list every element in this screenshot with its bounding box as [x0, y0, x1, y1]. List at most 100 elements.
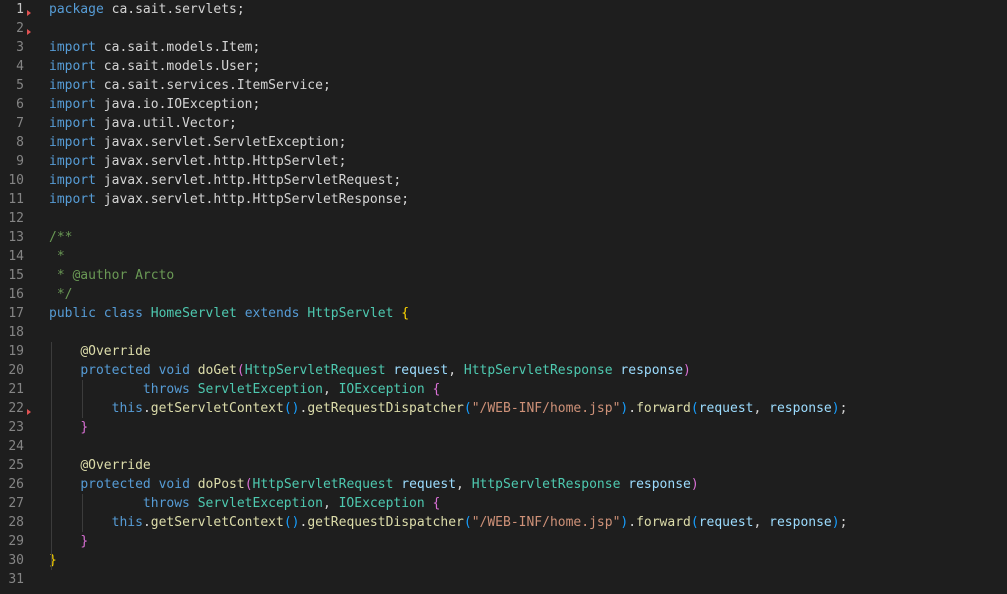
code-token: ca.sait.services.ItemService;: [95, 78, 331, 93]
code-token: */: [49, 287, 73, 302]
code-token: response: [628, 477, 691, 492]
code-text: import java.util.Vector;: [49, 114, 237, 133]
code-token: }: [80, 420, 89, 435]
line-number: 5: [16, 78, 24, 93]
code-line[interactable]: 6 import java.io.IOException;: [0, 95, 1007, 114]
code-text: protected void doGet(HttpServletRequest …: [49, 361, 691, 380]
line-number: 23: [8, 420, 24, 435]
code-line[interactable]: 7 import java.util.Vector;: [0, 114, 1007, 133]
line-number: 28: [8, 515, 24, 530]
fold-marker-icon[interactable]: [27, 409, 31, 415]
code-token: /**: [49, 230, 73, 245]
code-token: request: [698, 515, 754, 530]
code-line[interactable]: 10 import javax.servlet.http.HttpServletR…: [0, 171, 1007, 190]
code-token: forward: [636, 401, 691, 416]
code-token: ,: [322, 496, 339, 511]
code-line[interactable]: 3 import ca.sait.models.Item;: [0, 38, 1007, 57]
code-line[interactable]: 31: [0, 570, 1007, 589]
line-number: 21: [8, 382, 24, 397]
code-text: this.getServletContext().getRequestDispa…: [49, 513, 848, 532]
code-line[interactable]: 2: [0, 19, 1007, 38]
code-token: ;: [839, 401, 848, 416]
indent-guide: [51, 456, 52, 475]
code-line[interactable]: 17 public class HomeServlet extends HttpS…: [0, 304, 1007, 323]
line-number: 14: [8, 249, 24, 264]
code-token: java.util.Vector;: [95, 116, 237, 131]
code-text: * @author Arcto: [49, 266, 174, 285]
code-token: void: [158, 363, 190, 378]
line-number: 8: [16, 135, 24, 150]
code-line[interactable]: 29 }: [0, 532, 1007, 551]
code-line[interactable]: 11 import javax.servlet.http.HttpServletR…: [0, 190, 1007, 209]
code-line[interactable]: 28 this.getServletContext().getRequestDi…: [0, 513, 1007, 532]
code-line[interactable]: 21 throws ServletException, IOException …: [0, 380, 1007, 399]
code-text: @Override: [49, 456, 150, 475]
code-line[interactable]: 26 protected void doPost(HttpServletRequ…: [0, 475, 1007, 494]
line-number: 18: [8, 325, 24, 340]
code-line[interactable]: 24: [0, 437, 1007, 456]
code-line[interactable]: 25 @Override: [0, 456, 1007, 475]
code-line[interactable]: 16 */: [0, 285, 1007, 304]
code-line[interactable]: 20 protected void doGet(HttpServletReque…: [0, 361, 1007, 380]
line-number: 31: [8, 572, 24, 587]
line-number: 25: [8, 458, 24, 473]
code-line[interactable]: 12: [0, 209, 1007, 228]
code-token: forward: [636, 515, 691, 530]
indent-guide: [51, 551, 52, 570]
code-token: ca.sait.models.Item;: [95, 40, 261, 55]
code-line[interactable]: 27 throws ServletException, IOException …: [0, 494, 1007, 513]
indent-guide: [51, 513, 52, 532]
code-token: (: [690, 401, 699, 416]
code-line[interactable]: 5 import ca.sait.services.ItemService;: [0, 76, 1007, 95]
code-token: ;: [839, 515, 848, 530]
code-token: @Override: [80, 344, 151, 359]
code-text: throws ServletException, IOException {: [49, 494, 440, 513]
code-text: throws ServletException, IOException {: [49, 380, 440, 399]
code-line[interactable]: 14 *: [0, 247, 1007, 266]
code-text: protected void doPost(HttpServletRequest…: [49, 475, 698, 494]
code-token: doPost: [197, 477, 245, 492]
code-token: javax.servlet.http.HttpServletRequest;: [95, 173, 402, 188]
code-line[interactable]: 4 import ca.sait.models.User;: [0, 57, 1007, 76]
code-token: ,: [753, 515, 770, 530]
code-token: request: [698, 401, 754, 416]
code-token: IOException: [338, 496, 425, 511]
code-token: void: [158, 477, 190, 492]
code-line[interactable]: 18: [0, 323, 1007, 342]
code-line[interactable]: 1 package ca.sait.servlets;: [0, 0, 1007, 19]
code-text: import javax.servlet.http.HttpServletRes…: [49, 190, 409, 209]
code-line[interactable]: 30}: [0, 551, 1007, 570]
code-line[interactable]: 8 import javax.servlet.ServletException;: [0, 133, 1007, 152]
fold-marker-icon[interactable]: [27, 10, 31, 16]
code-text: /**: [49, 228, 72, 247]
code-token: (: [236, 363, 245, 378]
code-token: ServletException: [197, 382, 323, 397]
code-line[interactable]: 13 /**: [0, 228, 1007, 247]
code-line[interactable]: 15 * @author Arcto: [0, 266, 1007, 285]
code-text: public class HomeServlet extends HttpSer…: [49, 304, 409, 323]
code-line[interactable]: 23 }: [0, 418, 1007, 437]
code-token: .: [142, 515, 151, 530]
fold-marker-icon[interactable]: [27, 29, 31, 35]
code-line[interactable]: 19 @Override: [0, 342, 1007, 361]
code-editor[interactable]: 1 package ca.sait.servlets; 2 3 import ca.sa…: [0, 0, 1007, 594]
indent-guide: [51, 418, 52, 437]
code-token: ,: [448, 363, 464, 378]
code-token: ,: [753, 401, 770, 416]
code-text: import ca.sait.models.User;: [49, 57, 260, 76]
indent-guide: [82, 399, 84, 418]
code-line[interactable]: 9 import javax.servlet.http.HttpServlet;: [0, 152, 1007, 171]
indent-guide: [51, 380, 52, 399]
code-line[interactable]: 22 this.getServletContext().getRequestDi…: [0, 399, 1007, 418]
code-token: ): [831, 401, 840, 416]
